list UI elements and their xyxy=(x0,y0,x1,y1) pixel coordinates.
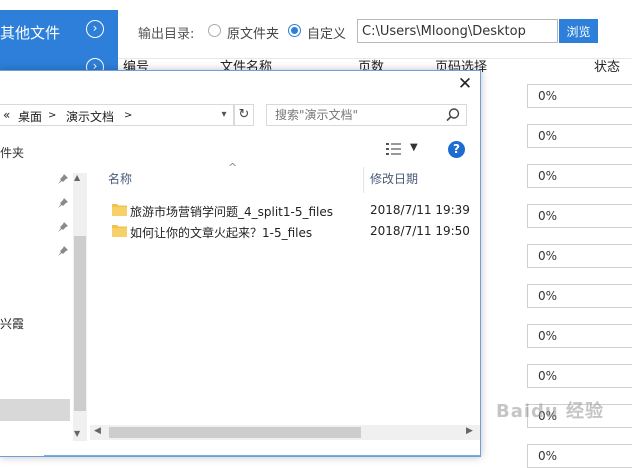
view-options-icon[interactable] xyxy=(385,141,403,157)
pin-icon xyxy=(58,246,68,256)
column-divider[interactable] xyxy=(363,167,364,193)
file-date: 2018/7/11 19:39 xyxy=(370,203,470,217)
radio-original-label: 原文件夹 xyxy=(227,27,280,42)
nav-item-next[interactable]: › xyxy=(0,52,118,76)
new-folder-label[interactable]: 件夹 xyxy=(0,144,24,161)
pin-icon xyxy=(58,222,68,232)
breadcrumb-overflow[interactable]: « xyxy=(3,108,10,122)
list-item[interactable]: 旅游市场营销学问题_4_split1-5_files 2018/7/11 19:… xyxy=(110,201,475,221)
scroll-up-icon[interactable]: ▲ xyxy=(74,173,80,182)
scroll-right-icon[interactable]: ▶ xyxy=(466,426,473,436)
progress-cell: 0% xyxy=(527,244,632,268)
file-name: 如何让你的文章火起来？1-5_files xyxy=(130,226,313,240)
breadcrumb-separator[interactable]: > xyxy=(48,110,56,121)
breadcrumb-separator[interactable]: > xyxy=(124,110,132,121)
address-bar[interactable]: « 桌面 > 演示文档 > xyxy=(0,104,234,126)
search-icon[interactable] xyxy=(445,107,461,123)
nav-pane-selected-item[interactable] xyxy=(0,399,70,421)
col-name[interactable]: 名称 xyxy=(108,170,132,187)
breadcrumb-desktop[interactable]: 桌面 xyxy=(18,108,42,125)
output-path-input[interactable] xyxy=(357,19,558,43)
refresh-icon[interactable]: ↻ xyxy=(234,104,254,126)
folder-icon xyxy=(112,225,127,237)
progress-cell: 0% xyxy=(527,84,632,108)
chevron-down-icon[interactable]: ▼ xyxy=(410,142,418,153)
radio-custom[interactable] xyxy=(288,24,301,37)
dialog-bottom-edge xyxy=(44,455,480,459)
progress-cell: 0% xyxy=(527,284,632,308)
chevron-down-icon[interactable]: ▾ xyxy=(214,104,234,126)
watermark-logo: Baidu 经验 xyxy=(496,401,605,422)
progress-cell: 0% xyxy=(527,324,632,348)
file-name: 旅游市场营销学问题_4_split1-5_files xyxy=(130,205,334,219)
nav-item-label: 其他文件 xyxy=(0,24,61,42)
progress-cell: 0% xyxy=(527,124,632,148)
scroll-down-icon[interactable]: ▼ xyxy=(74,429,80,438)
col-status: 状态 xyxy=(594,60,621,75)
help-icon[interactable]: ? xyxy=(448,141,465,158)
output-dir-label: 输出目录: xyxy=(138,27,195,42)
nav-pane-item[interactable]: 兴霞 xyxy=(0,315,24,332)
pin-icon xyxy=(58,198,68,208)
pin-icon xyxy=(58,174,68,184)
breadcrumb-demo-docs[interactable]: 演示文档 xyxy=(66,108,114,125)
progress-cell: 0% xyxy=(527,444,632,468)
progress-cell: 0% xyxy=(527,204,632,228)
file-date: 2018/7/11 19:50 xyxy=(370,224,470,238)
nav-pane-scroll-thumb[interactable] xyxy=(74,236,86,411)
radio-custom-label: 自定义 xyxy=(307,27,347,42)
browse-button[interactable]: 浏览 xyxy=(559,19,598,43)
radio-original-folder[interactable] xyxy=(208,24,221,37)
progress-cell: 0% xyxy=(527,364,632,388)
folder-picker-dialog: ✕ « 桌面 > 演示文档 > ▾ ↻ 搜索"演示文档" 件夹 ▼ ? 兴霞 ▲… xyxy=(0,70,481,457)
col-modified-date[interactable]: 修改日期 xyxy=(370,170,418,187)
list-item[interactable]: 如何让你的文章火起来？1-5_files 2018/7/11 19:50 xyxy=(110,222,475,242)
folder-icon xyxy=(112,204,127,216)
chevron-right-circle-icon[interactable]: › xyxy=(86,20,104,38)
horizontal-scroll-thumb[interactable] xyxy=(109,427,361,438)
sort-indicator-icon: ^ xyxy=(228,161,238,174)
scroll-left-icon[interactable]: ◀ xyxy=(94,426,101,436)
nav-item-other-files[interactable]: 其他文件 › xyxy=(0,10,118,52)
search-input[interactable]: 搜索"演示文档" xyxy=(266,104,467,126)
progress-cell: 0% xyxy=(527,164,632,188)
close-icon[interactable]: ✕ xyxy=(456,75,474,93)
